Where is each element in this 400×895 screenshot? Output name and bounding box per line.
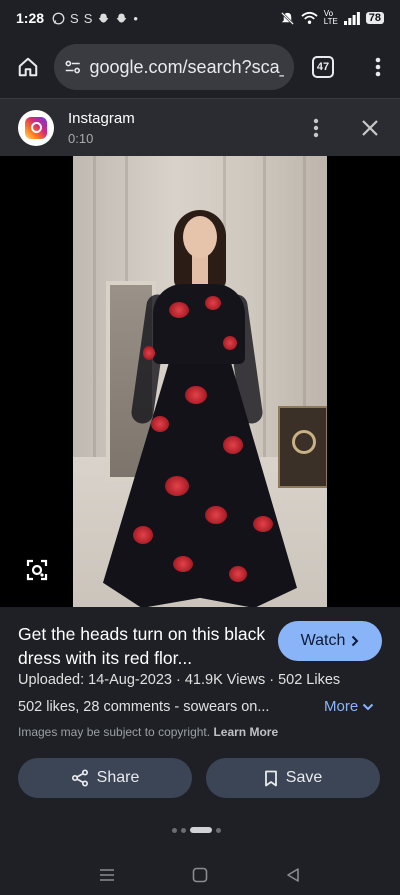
home-icon: [18, 57, 38, 77]
instagram-logo: [18, 109, 54, 146]
lens-search-button[interactable]: [22, 555, 52, 585]
url-text: google.com/search?sca_: [89, 56, 285, 77]
wifi-icon: [301, 11, 318, 24]
notification-icons: S S •: [52, 11, 138, 26]
bookmark-icon: [264, 770, 277, 786]
notification-dot: •: [133, 10, 138, 26]
notification-s-2: S: [83, 10, 93, 26]
copyright-text: Images may be subject to copyright.: [18, 725, 211, 739]
home-button[interactable]: [10, 49, 46, 85]
more-button[interactable]: More: [324, 698, 374, 715]
browser-menu-button[interactable]: [366, 49, 390, 85]
more-vert-icon: [313, 118, 319, 137]
mute-icon: [280, 11, 294, 25]
system-nav-bar: [0, 855, 400, 895]
media-viewer: [0, 156, 400, 607]
save-label: Save: [285, 769, 323, 786]
source-header: Instagram 0:10: [0, 98, 400, 156]
browser-toolbar: google.com/search?sca_ 47: [0, 36, 400, 98]
learn-more-link[interactable]: Learn More: [213, 725, 278, 739]
status-bar: 1:28 S S • Vo LTE 78: [0, 0, 400, 36]
result-description: 502 likes, 28 comments - sowears on...: [18, 699, 270, 715]
share-label: Share: [96, 769, 140, 786]
source-more-button[interactable]: [304, 118, 328, 138]
save-button[interactable]: Save: [206, 758, 380, 798]
snapchat-icon-2: [117, 13, 127, 23]
more-label: More: [324, 698, 359, 715]
video-duration: 0:10: [68, 130, 94, 146]
result-stats: Uploaded: 14-Aug-2023 · 41.9K Views · 50…: [18, 672, 341, 688]
source-info: Instagram 0:10: [68, 110, 135, 146]
result-title[interactable]: Get the heads turn on this black dress w…: [18, 622, 268, 670]
back-button[interactable]: [278, 863, 308, 887]
share-button[interactable]: Share: [18, 758, 192, 798]
lens-icon: [26, 559, 48, 581]
cabinet: [278, 406, 327, 488]
home-nav-button[interactable]: [185, 863, 215, 887]
source-name: Instagram: [68, 109, 135, 127]
close-button[interactable]: [358, 119, 382, 137]
recent-apps-icon: [99, 869, 114, 881]
site-settings-icon[interactable]: [64, 58, 82, 76]
signal-icon: [343, 11, 360, 25]
watch-label: Watch: [300, 632, 346, 649]
recent-apps-button[interactable]: [92, 863, 122, 887]
notification-s-1: S: [70, 10, 79, 26]
instagram-icon: [25, 116, 47, 139]
copyright-notice: Images may be subject to copyright. Lear…: [18, 725, 278, 739]
home-nav-icon: [192, 867, 208, 883]
watch-button[interactable]: Watch: [278, 621, 382, 661]
tab-switcher-button[interactable]: 47: [312, 56, 334, 78]
share-icon: [71, 769, 88, 787]
snapchat-icon: [99, 13, 109, 23]
whatsapp-icon: [52, 12, 65, 24]
network-label: Vo LTE: [323, 9, 338, 26]
result-image[interactable]: [73, 156, 327, 607]
page-indicator: [172, 827, 221, 833]
chevron-right-icon: [352, 635, 359, 647]
address-bar[interactable]: google.com/search?sca_: [54, 44, 294, 90]
battery-level: 78: [365, 12, 384, 24]
status-right: Vo LTE 78: [280, 10, 384, 26]
close-icon: [362, 119, 378, 136]
chevron-down-icon: [362, 703, 374, 710]
model-head: [183, 216, 217, 258]
more-vert-icon: [375, 57, 381, 77]
result-details: Get the heads turn on this black dress w…: [0, 607, 400, 895]
back-icon: [287, 868, 300, 882]
status-time: 1:28: [16, 10, 45, 26]
